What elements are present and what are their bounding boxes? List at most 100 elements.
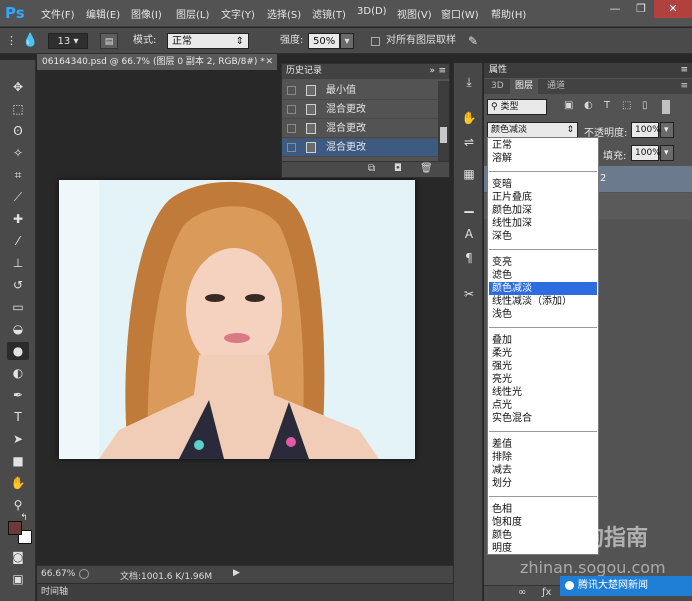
blend-mode-option[interactable]: 浅色 <box>489 308 597 321</box>
eyedropper-tool-icon[interactable]: ⟋ <box>7 188 29 206</box>
blend-mode-option[interactable]: 减去 <box>489 464 597 477</box>
history-item[interactable]: 最小值 <box>282 82 438 100</box>
history-snapshot-checkbox[interactable] <box>287 86 296 95</box>
brush-presets-icon[interactable]: ✋ <box>459 109 479 127</box>
blend-mode-option[interactable]: 差值 <box>489 438 597 451</box>
foreground-color-swatch[interactable] <box>8 521 22 535</box>
tab-layers[interactable]: 图层 <box>510 79 539 94</box>
fill-dropdown-icon[interactable]: ▾ <box>660 145 674 161</box>
collapse-icon[interactable]: » <box>429 64 435 79</box>
move-tool-icon[interactable]: ✥ <box>7 78 29 96</box>
paragraph-panel-icon[interactable]: ¶ <box>459 249 479 267</box>
document-image[interactable] <box>59 180 415 459</box>
tab-3d[interactable]: 3D <box>486 79 509 94</box>
filter-toggle[interactable] <box>662 100 670 114</box>
close-button[interactable]: ✕ <box>654 0 692 18</box>
blend-mode-option[interactable]: 划分 <box>489 477 597 490</box>
menu-filter[interactable]: 滤镜(T) <box>312 6 346 21</box>
panel-menu-icon[interactable]: ≡ <box>438 64 446 79</box>
status-menu-arrow-icon[interactable]: ▶ <box>233 568 240 578</box>
blend-mode-option[interactable]: 线性光 <box>489 386 597 399</box>
menu-type[interactable]: 文字(Y) <box>221 6 255 21</box>
menu-select[interactable]: 选择(S) <box>267 6 301 21</box>
document-tab[interactable]: 06164340.psd @ 66.7% (图层 0 副本 2, RGB/8#)… <box>37 54 277 70</box>
type-tool-icon[interactable]: T <box>7 408 29 426</box>
trash-icon[interactable]: 🗑 <box>420 163 433 174</box>
blend-mode-option[interactable]: 溶解 <box>489 152 597 165</box>
screen-mode-icon[interactable]: ▣ <box>7 570 29 588</box>
history-snapshot-checkbox[interactable] <box>287 143 296 152</box>
blend-mode-option[interactable]: 变亮 <box>489 256 597 269</box>
blend-mode-option[interactable]: 线性减淡（添加） <box>489 295 597 308</box>
character-panel-icon[interactable]: A <box>459 225 479 243</box>
properties-title[interactable]: 属性 <box>489 63 507 78</box>
sample-all-checkbox[interactable] <box>371 37 380 46</box>
filter-shape-icon[interactable]: ⬚ <box>622 100 631 111</box>
blend-mode-option-selected[interactable]: 颜色减淡 <box>489 282 597 295</box>
close-icon[interactable]: ✕ <box>265 54 273 70</box>
healing-brush-tool-icon[interactable]: ✚ <box>7 210 29 228</box>
history-panel-icon[interactable]: ⤓ <box>459 73 479 91</box>
timeline-tab[interactable]: 时间轴 <box>37 583 482 601</box>
blend-mode-option[interactable]: 正片叠底 <box>489 191 597 204</box>
blend-mode-option[interactable]: 点光 <box>489 399 597 412</box>
blend-mode-option[interactable]: 柔光 <box>489 347 597 360</box>
new-document-from-state-icon[interactable]: ⧉ <box>368 163 375 174</box>
path-selection-tool-icon[interactable]: ➤ <box>7 430 29 448</box>
layer-style-fx-icon[interactable]: ƒx <box>542 587 551 598</box>
adjustments-icon[interactable]: ⇌ <box>459 133 479 151</box>
paint-bucket-tool-icon[interactable]: ◒ <box>7 320 29 338</box>
menu-window[interactable]: 窗口(W) <box>441 6 479 21</box>
pressure-pen-icon[interactable]: ✎ <box>468 33 478 49</box>
history-item[interactable]: 混合更改 <box>282 120 438 138</box>
blend-mode-option[interactable]: 正常 <box>489 139 597 152</box>
menu-view[interactable]: 视图(V) <box>397 6 432 21</box>
history-brush-tool-icon[interactable]: ↺ <box>7 276 29 294</box>
opacity-input[interactable]: 100% <box>631 122 661 138</box>
layer-filter-select[interactable]: ⚲ 类型 <box>487 99 547 115</box>
minimize-button[interactable]: — <box>602 0 628 18</box>
tab-channels[interactable]: 通道 <box>542 79 570 94</box>
lasso-tool-icon[interactable]: ʘ <box>7 122 29 140</box>
blend-mode-option[interactable]: 滤色 <box>489 269 597 282</box>
fill-input[interactable]: 100% <box>631 145 661 161</box>
menu-3d[interactable]: 3D(D) <box>357 6 387 17</box>
blend-mode-option[interactable]: 线性加深 <box>489 217 597 230</box>
filter-type-icon[interactable]: T <box>604 100 610 111</box>
filter-pixel-icon[interactable]: ▣ <box>564 100 573 111</box>
history-snapshot-checkbox[interactable] <box>287 105 296 114</box>
blend-mode-option[interactable]: 色相 <box>489 503 597 516</box>
info-icon[interactable]: ▁ <box>459 197 479 215</box>
clone-stamp-tool-icon[interactable]: ⊥ <box>7 254 29 272</box>
rectangle-tool-icon[interactable]: ■ <box>7 452 29 470</box>
mode-select[interactable]: 正常 ⇕ <box>167 33 249 49</box>
strength-input[interactable]: 50% <box>308 33 340 49</box>
history-item-selected[interactable]: 混合更改 <box>282 139 438 157</box>
scrollbar-thumb[interactable] <box>440 127 447 143</box>
dodge-tool-icon[interactable]: ◐ <box>7 364 29 382</box>
blend-mode-option[interactable]: 亮光 <box>489 373 597 386</box>
magic-wand-tool-icon[interactable]: ✧ <box>7 144 29 162</box>
menu-image[interactable]: 图像(I) <box>131 6 162 21</box>
history-snapshot-checkbox[interactable] <box>287 124 296 133</box>
swatches-icon[interactable]: ▦ <box>459 165 479 183</box>
crop-tool-icon[interactable]: ⌗ <box>7 166 29 184</box>
status-info-icon[interactable] <box>79 569 89 579</box>
strength-dropdown-icon[interactable]: ▾ <box>340 33 354 49</box>
history-item[interactable]: 混合更改 <box>282 101 438 119</box>
hand-tool-icon[interactable]: ✋ <box>7 474 29 492</box>
brush-size-picker[interactable]: 13 ▾ <box>48 33 88 49</box>
blend-mode-option[interactable]: 实色混合 <box>489 412 597 425</box>
brush-tool-icon[interactable]: ⁄ <box>7 232 29 250</box>
menu-file[interactable]: 文件(F) <box>41 6 75 21</box>
link-layers-icon[interactable]: ∞ <box>518 587 526 598</box>
menu-edit[interactable]: 编辑(E) <box>86 6 120 21</box>
history-panel-title[interactable]: 历史记录 <box>286 64 322 79</box>
blend-mode-select[interactable]: 颜色减淡 ⇕ <box>487 122 578 138</box>
pen-tool-icon[interactable]: ✒ <box>7 386 29 404</box>
blend-mode-option[interactable]: 深色 <box>489 230 597 243</box>
menu-help[interactable]: 帮助(H) <box>491 6 526 21</box>
brush-panel-icon[interactable]: ▤ <box>100 33 118 49</box>
blur-tool-preset-icon[interactable]: 💧 <box>22 33 38 49</box>
filter-adjustment-icon[interactable]: ◐ <box>584 100 593 111</box>
